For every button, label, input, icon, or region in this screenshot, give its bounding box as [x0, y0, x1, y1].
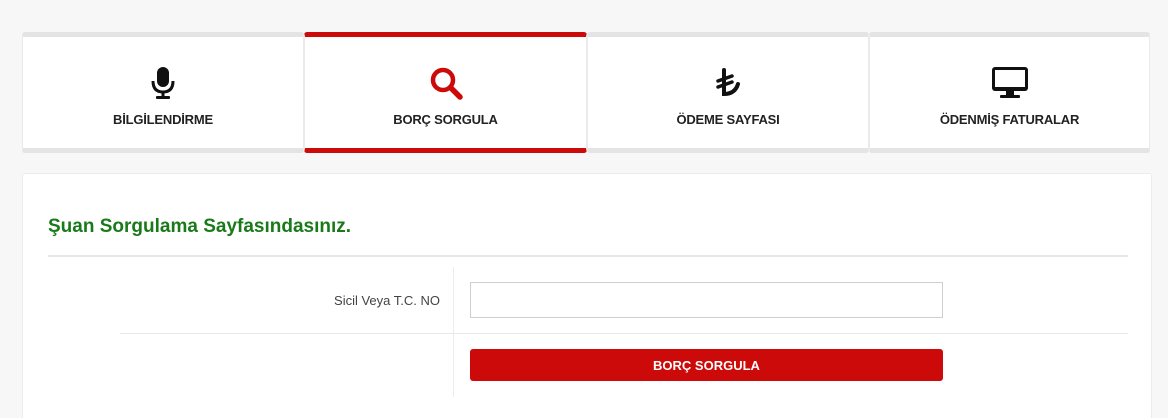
microphone-icon — [23, 63, 303, 103]
query-panel: Şuan Sorgulama Sayfasındasınız. Sicil Ve… — [22, 173, 1152, 418]
tab-bar: BİLGİLENDİRME BORÇ SORGULA ÖDEME SAYFASI — [22, 32, 1150, 154]
borc-sorgula-button[interactable]: BORÇ SORGULA — [470, 349, 943, 381]
tab-label: ÖDEME SAYFASI — [676, 112, 780, 127]
tab-odeme-sayfasi[interactable]: ÖDEME SAYFASI — [587, 32, 869, 153]
page-title: Şuan Sorgulama Sayfasındasınız. — [48, 216, 352, 237]
tab-odenmis-faturalar[interactable]: ÖDENMİŞ FATURALAR — [869, 32, 1150, 153]
sicil-tc-input[interactable] — [470, 282, 943, 318]
tab-label: BORÇ SORGULA — [393, 112, 498, 127]
tab-label: ÖDENMİŞ FATURALAR — [939, 112, 1080, 127]
tab-bilgilendirme[interactable]: BİLGİLENDİRME — [22, 32, 304, 153]
sicil-tc-label: Sicil Veya T.C. NO — [334, 293, 440, 308]
form-row-divider — [120, 333, 1128, 334]
tab-borc-sorgula[interactable]: BORÇ SORGULA — [304, 32, 587, 153]
search-icon — [305, 63, 586, 103]
title-divider — [48, 255, 1128, 257]
tab-label: BİLGİLENDİRME — [113, 112, 213, 127]
monitor-icon — [870, 63, 1149, 103]
turkish-lira-icon — [588, 63, 868, 103]
form-column-divider — [453, 267, 454, 397]
